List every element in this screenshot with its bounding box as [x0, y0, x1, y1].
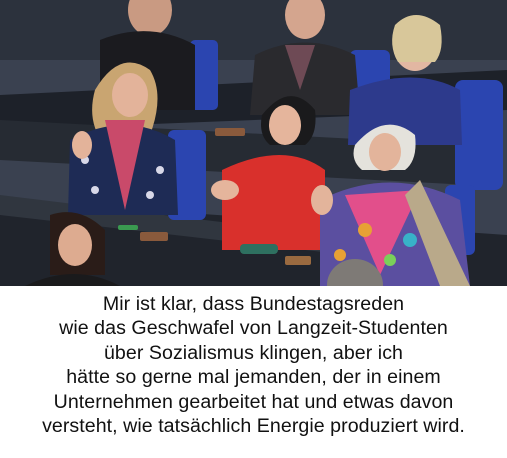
caption-line: hätte so gerne mal jemanden, der in eine… — [66, 366, 441, 389]
caption-line: Mir ist klar, dass Bundestagsreden — [102, 293, 405, 315]
seat — [455, 80, 503, 190]
caption-line: versteht, wie tatsächlich Energie produz… — [42, 415, 465, 438]
caption-block: Mir ist klar, dass Bundestagsreden wie d… — [0, 286, 507, 458]
caption-line: wie das Geschwafel von Langzeit-Studente… — [59, 317, 448, 340]
caption-line: über Sozialismus klingen, aber ich — [103, 341, 404, 364]
caption-line: Unternehmen gearbeitet hat und etwas dav… — [53, 390, 454, 413]
photo-illustration — [0, 0, 507, 286]
parliament-photo — [0, 0, 507, 286]
